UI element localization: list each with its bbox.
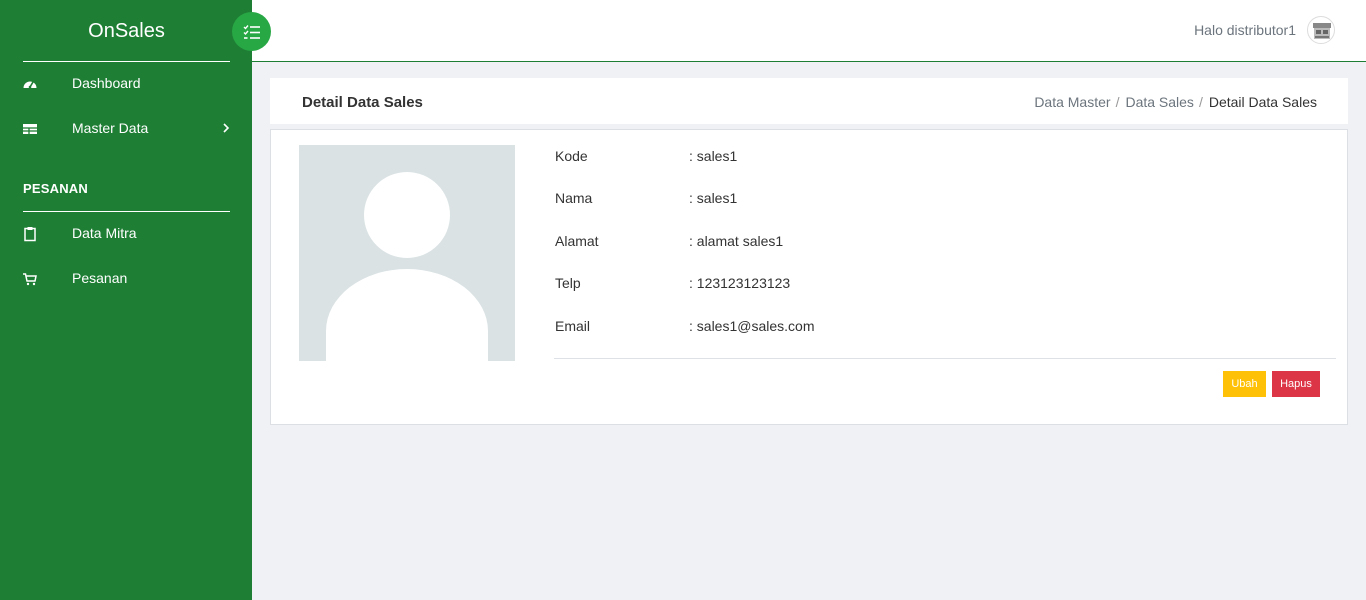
sidebar-item-data-mitra[interactable]: Data Mitra: [0, 216, 252, 252]
brand-logo[interactable]: OnSales: [23, 0, 230, 62]
edit-button[interactable]: Ubah: [1223, 371, 1266, 397]
page-title: Detail Data Sales: [302, 94, 423, 111]
section-divider: [23, 211, 230, 212]
sidebar-item-label: Data Mitra: [72, 225, 137, 241]
breadcrumb-separator: /: [1115, 94, 1120, 110]
breadcrumb: Data Master / Data Sales / Detail Data S…: [1034, 94, 1317, 110]
user-avatar[interactable]: [1307, 16, 1335, 44]
speedometer-icon: [23, 81, 37, 89]
section-title-pesanan: PESANAN: [23, 181, 88, 196]
breadcrumb-item-active: Detail Data Sales: [1208, 94, 1317, 110]
breadcrumb-item[interactable]: Data Sales: [1125, 94, 1193, 110]
sidebar-item-master-data[interactable]: Master Data: [0, 111, 252, 147]
sidebar: OnSales Dashboard Master Data PESANAN Da…: [0, 0, 252, 600]
field-label-telp: Telp: [555, 275, 581, 291]
clipboard-icon: [24, 227, 36, 242]
table-icon: [23, 124, 37, 134]
field-value-telp: : 123123123123: [689, 275, 791, 291]
cart-icon: [23, 273, 37, 286]
chevron-right-icon: [223, 123, 230, 133]
breadcrumb-separator: /: [1198, 94, 1203, 110]
sidebar-item-pesanan[interactable]: Pesanan: [0, 261, 252, 297]
field-value-email: : sales1@sales.com: [689, 318, 815, 334]
detail-card: Kode : sales1 Nama : sales1 Alamat : ala…: [270, 129, 1348, 425]
store-icon: [1313, 23, 1331, 39]
sidebar-item-label: Pesanan: [72, 270, 128, 286]
profile-photo-placeholder: [299, 145, 515, 361]
detail-divider: [554, 358, 1336, 359]
delete-button[interactable]: Hapus: [1272, 371, 1320, 397]
field-label-email: Email: [555, 318, 591, 334]
user-silhouette-icon: [326, 172, 488, 361]
field-value-alamat: : alamat sales1: [689, 233, 784, 249]
field-value-nama: : sales1: [689, 190, 738, 206]
topbar: Halo distributor1: [252, 0, 1366, 62]
sidebar-toggle-button[interactable]: [232, 12, 271, 51]
page-header: Detail Data Sales Data Master / Data Sal…: [270, 78, 1348, 124]
sidebar-item-label: Master Data: [72, 120, 149, 136]
user-greeting[interactable]: Halo distributor1: [1194, 22, 1296, 38]
field-label-nama: Nama: [555, 190, 593, 206]
list-check-icon: [243, 24, 260, 39]
field-label-alamat: Alamat: [555, 233, 599, 249]
sidebar-item-label: Dashboard: [72, 75, 141, 91]
field-value-kode: : sales1: [689, 148, 738, 164]
breadcrumb-item[interactable]: Data Master: [1034, 94, 1110, 110]
sidebar-item-dashboard[interactable]: Dashboard: [0, 66, 252, 102]
field-label-kode: Kode: [555, 148, 588, 164]
